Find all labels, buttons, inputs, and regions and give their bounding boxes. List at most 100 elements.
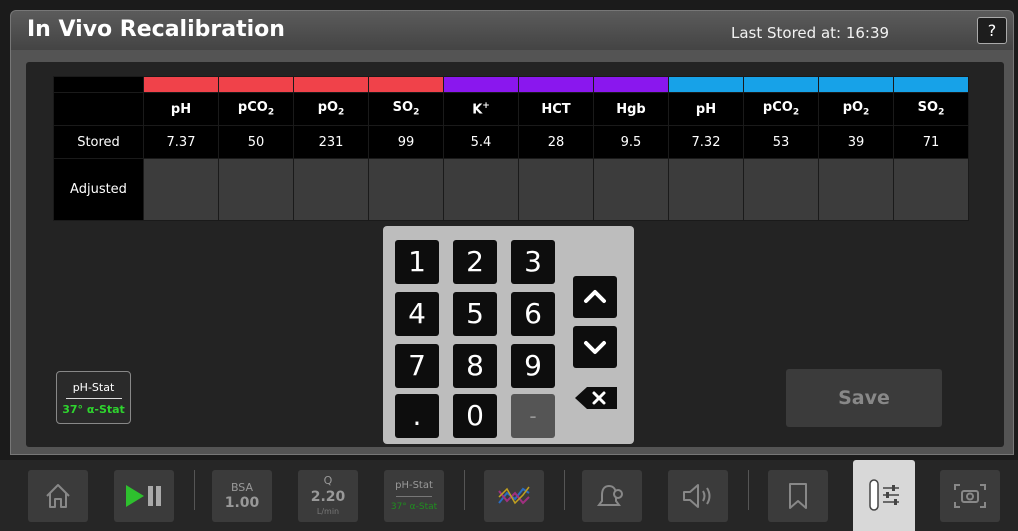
screenshot-button[interactable]: [940, 470, 1000, 522]
increment-button[interactable]: [573, 276, 617, 318]
key-2[interactable]: 2: [453, 240, 497, 284]
table-row-stored: Stored 7.37 50 231 99 5.4 28 9.5 7.32 53 39 71: [53, 125, 969, 159]
bsa-value: 1.00: [224, 495, 260, 511]
adjusted-value-cell[interactable]: [518, 158, 594, 221]
q-value: 2.20: [310, 489, 346, 505]
test-tube-sliders-icon: [869, 479, 899, 511]
stored-value-cell: 231: [293, 125, 369, 159]
column-header: pCO2: [743, 92, 819, 126]
table-header-row: pH pCO2 pO2 SO2 K+ HCT Hgb pH pCO2 pO2 SO2: [53, 92, 969, 126]
chevron-up-icon: [584, 290, 606, 303]
stored-value-cell: 53: [743, 125, 819, 159]
play-pause-icon: [126, 485, 161, 507]
chevron-down-icon: [584, 341, 606, 354]
help-button[interactable]: ?: [977, 17, 1007, 44]
bookmark-button[interactable]: [768, 470, 828, 522]
key-8[interactable]: 8: [453, 344, 497, 388]
alpha-stat-nav-label: 37° α-Stat: [390, 502, 438, 512]
recalibration-table: pH pCO2 pO2 SO2 K+ HCT Hgb pH pCO2 pO2 SO2 Stored …: [53, 76, 969, 221]
column-header: K+: [443, 92, 519, 126]
row-label-stored: Stored: [53, 125, 144, 159]
table-corner: [53, 76, 144, 93]
trend-chart-icon: [498, 486, 530, 505]
adjusted-value-cell[interactable]: [818, 158, 894, 221]
bsa-button[interactable]: BSA 1.00: [212, 470, 272, 522]
calibration-settings-button[interactable]: [853, 460, 915, 531]
adjusted-value-cell[interactable]: [293, 158, 369, 221]
alarm-settings-button[interactable]: [582, 470, 642, 522]
bookmark-icon: [789, 483, 807, 509]
bsa-label: BSA: [230, 481, 254, 494]
row-label-adjusted: Adjusted: [53, 158, 144, 221]
column-header: pH: [143, 92, 219, 126]
nav-separator: [748, 470, 749, 510]
column-color-bar: [593, 76, 669, 93]
table-row-adjusted: Adjusted: [53, 158, 969, 221]
key-4[interactable]: 4: [395, 292, 439, 336]
ph-stat-nav-label: pH-Stat: [395, 480, 433, 491]
key-decimal[interactable]: .: [395, 394, 439, 438]
key-0[interactable]: 0: [453, 394, 497, 438]
home-button[interactable]: [28, 470, 88, 522]
stored-value-cell: 9.5: [593, 125, 669, 159]
q-label: Q: [323, 474, 333, 487]
flow-q-button[interactable]: Q 2.20 L/min: [298, 470, 358, 522]
key-1[interactable]: 1: [395, 240, 439, 284]
column-header: HCT: [518, 92, 594, 126]
backspace-button[interactable]: [573, 386, 619, 410]
nav-separator: [194, 470, 195, 510]
column-header: pCO2: [218, 92, 294, 126]
stored-value-cell: 5.4: [443, 125, 519, 159]
save-button[interactable]: Save: [786, 369, 942, 427]
header-bar: In Vivo Recalibration Last Stored at: 16…: [10, 10, 1014, 50]
q-unit: L/min: [316, 507, 340, 516]
table-color-row: [53, 76, 969, 93]
backspace-icon: [575, 387, 617, 409]
stored-value-cell: 71: [893, 125, 969, 159]
divider: [396, 496, 432, 497]
stored-value-cell: 39: [818, 125, 894, 159]
stored-value-cell: 7.37: [143, 125, 219, 159]
adjusted-value-cell[interactable]: [593, 158, 669, 221]
trends-button[interactable]: [484, 470, 544, 522]
key-3[interactable]: 3: [511, 240, 555, 284]
key-7[interactable]: 7: [395, 344, 439, 388]
column-header: Hgb: [593, 92, 669, 126]
column-header: SO2: [893, 92, 969, 126]
column-header: pH: [668, 92, 744, 126]
column-color-bar: [743, 76, 819, 93]
home-icon: [46, 484, 70, 508]
adjusted-value-cell[interactable]: [368, 158, 444, 221]
adjusted-value-cell[interactable]: [668, 158, 744, 221]
alpha-stat-label: 37° α-Stat: [62, 403, 125, 416]
bell-gear-icon: [597, 484, 623, 506]
column-color-bar: [893, 76, 969, 93]
stored-value-cell: 50: [218, 125, 294, 159]
divider: [65, 398, 122, 399]
table-header-blank: [53, 92, 144, 126]
last-stored-time: Last Stored at: 16:39: [731, 24, 890, 42]
speaker-icon: [683, 484, 711, 508]
column-color-bar: [293, 76, 369, 93]
column-color-bar: [443, 76, 519, 93]
stored-value-cell: 7.32: [668, 125, 744, 159]
volume-button[interactable]: [668, 470, 728, 522]
decrement-button[interactable]: [573, 326, 617, 368]
key-minus[interactable]: -: [511, 394, 555, 438]
column-color-bar: [368, 76, 444, 93]
nav-separator: [564, 470, 565, 510]
ph-stat-nav-button[interactable]: pH-Stat 37° α-Stat: [384, 470, 444, 522]
key-6[interactable]: 6: [511, 292, 555, 336]
ph-stat-toggle[interactable]: pH-Stat 37° α-Stat: [56, 371, 131, 424]
play-pause-button[interactable]: [114, 470, 174, 522]
ph-stat-label: pH-Stat: [72, 381, 115, 394]
adjusted-value-cell[interactable]: [218, 158, 294, 221]
key-9[interactable]: 9: [511, 344, 555, 388]
adjusted-value-cell[interactable]: [893, 158, 969, 221]
column-color-bar: [143, 76, 219, 93]
key-5[interactable]: 5: [453, 292, 497, 336]
stored-value-cell: 28: [518, 125, 594, 159]
adjusted-value-cell[interactable]: [743, 158, 819, 221]
adjusted-value-cell[interactable]: [143, 158, 219, 221]
adjusted-value-cell[interactable]: [443, 158, 519, 221]
